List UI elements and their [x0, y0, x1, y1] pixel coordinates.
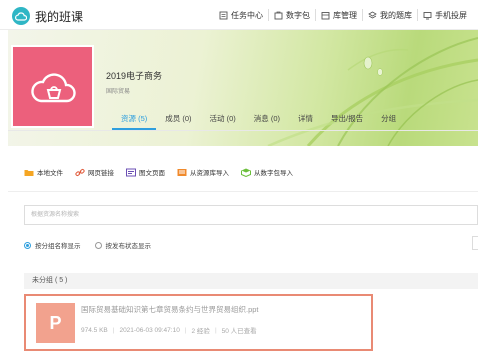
library-management-icon: [321, 11, 330, 19]
course-tabs: 资源 (5) 成员 (0) 活动 (0) 消息 (0) 详情 导出/报告 分组: [112, 108, 478, 130]
toolbar-divider: [8, 191, 478, 192]
meta-separator: |: [112, 326, 115, 334]
tab-details[interactable]: 详情: [289, 108, 322, 130]
tool-label: 从资源库导入: [190, 170, 229, 177]
screen-cast-icon: [423, 11, 432, 19]
file-size: 974.5 KB: [81, 326, 108, 334]
tab-groups[interactable]: 分组: [372, 108, 405, 130]
nav-label: 库管理: [333, 10, 357, 20]
link-icon: [75, 168, 85, 176]
file-type-letter: P: [49, 312, 62, 333]
import-from-package-button[interactable]: 从数字包导入: [241, 167, 293, 177]
top-nav: 任务中心 数字包 库管理 我的题库 手机投屏: [214, 9, 472, 21]
file-name[interactable]: 国际贸易基础知识第七章贸易条约与世界贸易组织.ppt: [81, 304, 259, 315]
file-meta: 974.5 KB | 2021-06-03 09:47:10 | 2 经验 | …: [81, 325, 257, 336]
nav-label: 数字包: [286, 10, 310, 20]
radio-label: 按分组名称显示: [35, 243, 81, 250]
question-bank-icon: [368, 11, 377, 18]
ppt-file-icon: P: [36, 303, 75, 343]
nav-label: 我的题库: [380, 10, 412, 20]
nav-task-center[interactable]: 任务中心: [214, 9, 268, 21]
import-library-icon: [177, 168, 187, 176]
tool-label: 网页链接: [88, 170, 114, 177]
meta-separator: |: [184, 326, 187, 334]
tool-label: 本地文件: [37, 170, 63, 177]
course-name: 2019电子商务: [106, 71, 163, 81]
import-package-icon: [241, 168, 251, 177]
tool-label: 从数字包导入: [254, 170, 293, 177]
app-title: 我的班课: [35, 9, 84, 24]
task-center-icon: [219, 11, 228, 19]
file-viewers: 50 人已查看: [221, 328, 257, 335]
nav-label: 任务中心: [231, 10, 263, 20]
radio-checked-icon: [24, 241, 31, 249]
image-text-icon: [126, 168, 136, 176]
edge-button[interactable]: [472, 236, 478, 250]
cloud-bag-icon: [30, 72, 76, 102]
group-header[interactable]: 未分组 ( 5 ): [24, 273, 478, 289]
local-file-button[interactable]: 本地文件: [24, 167, 63, 177]
file-date: 2021-06-03 09:47:10: [119, 326, 180, 334]
display-mode-options: 按分组名称显示 按发布状态显示: [24, 240, 165, 250]
file-experience: 2 经验: [191, 328, 210, 335]
folder-icon: [24, 169, 34, 176]
nav-library-management[interactable]: 库管理: [315, 9, 362, 21]
web-link-button[interactable]: 网页链接: [75, 167, 114, 177]
top-bar: 我的班课 任务中心 数字包 库管理 我的题库 手机投屏: [0, 0, 478, 30]
course-cover[interactable]: [11, 45, 94, 128]
nav-screen-cast[interactable]: 手机投屏: [417, 9, 472, 21]
tab-members[interactable]: 成员 (0): [156, 108, 200, 130]
tab-resources[interactable]: 资源 (5): [112, 108, 157, 130]
digital-package-icon: [274, 11, 283, 19]
brand[interactable]: 我的班课: [12, 7, 83, 25]
sort-by-status-radio[interactable]: 按发布状态显示: [94, 240, 152, 250]
nav-digital-package[interactable]: 数字包: [268, 9, 315, 21]
sort-by-group-radio[interactable]: 按分组名称显示: [24, 240, 81, 250]
import-from-library-button[interactable]: 从资源库导入: [177, 167, 229, 177]
tabs-divider: [8, 130, 478, 131]
nav-question-bank[interactable]: 我的题库: [362, 9, 417, 21]
radio-label: 按发布状态显示: [105, 243, 152, 250]
nav-label: 手机投屏: [435, 10, 467, 20]
cloud-logo-icon: [12, 7, 30, 25]
resource-search-input[interactable]: [24, 205, 478, 225]
meta-separator: |: [214, 326, 217, 334]
tab-activities[interactable]: 活动 (0): [201, 108, 245, 130]
tab-export-report[interactable]: 导出/报告: [322, 108, 372, 130]
resource-toolbar: 本地文件 网页链接 图文页面 从资源库导入 从数字包导入: [24, 167, 305, 177]
resource-file-card[interactable]: P 国际贸易基础知识第七章贸易条约与世界贸易组织.ppt 974.5 KB | …: [24, 294, 373, 351]
course-subtitle: 国际贸易: [106, 89, 131, 95]
tool-label: 图文页面: [139, 170, 165, 177]
radio-unchecked-icon: [94, 241, 102, 249]
tab-messages[interactable]: 消息 (0): [245, 108, 289, 130]
image-text-page-button[interactable]: 图文页面: [126, 167, 165, 177]
